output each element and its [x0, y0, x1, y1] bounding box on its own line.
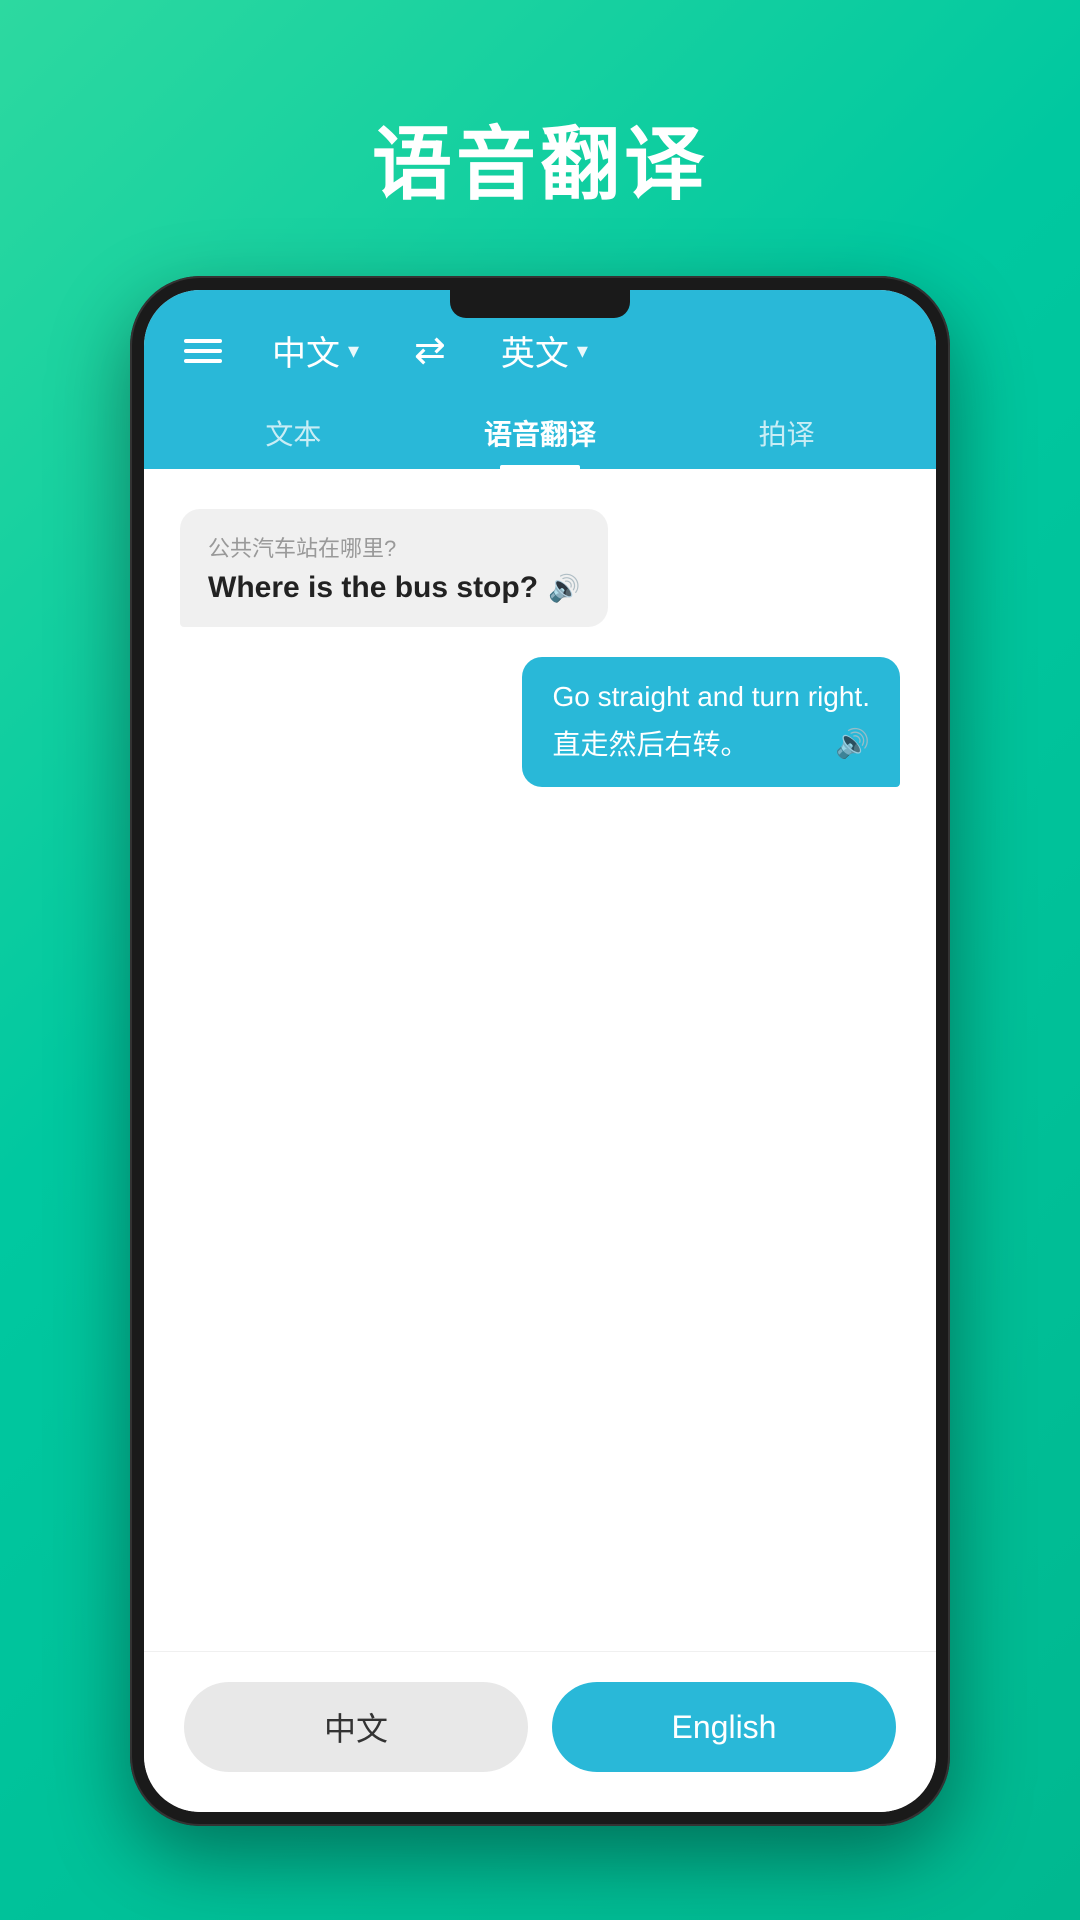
- chinese-button[interactable]: 中文: [184, 1682, 528, 1772]
- incoming-sound-icon[interactable]: 🔊: [548, 573, 580, 604]
- english-button[interactable]: English: [552, 1682, 896, 1772]
- target-language-label: 英文: [501, 326, 569, 375]
- bubble-outgoing: Go straight and turn right. 直走然后右转。 🔊: [522, 657, 900, 787]
- phone-notch: [450, 290, 630, 318]
- source-lang-dropdown-icon: ▾: [348, 338, 359, 364]
- outgoing-text-en: Go straight and turn right.: [552, 681, 870, 713]
- outgoing-sound-icon[interactable]: 🔊: [835, 727, 870, 760]
- chat-area: 公共汽车站在哪里? Where is the bus stop? 🔊 Go st…: [144, 469, 936, 1651]
- source-language-label: 中文: [272, 326, 340, 375]
- bottom-bar: 中文 English: [144, 1651, 936, 1812]
- tab-voice-translate[interactable]: 语音翻译: [464, 403, 616, 469]
- incoming-sub-text: 公共汽车站在哪里?: [208, 531, 580, 563]
- target-language-selector[interactable]: 英文 ▾: [501, 326, 588, 375]
- outgoing-text-zh: 直走然后右转。 🔊: [552, 723, 870, 763]
- message-incoming: 公共汽车站在哪里? Where is the bus stop? 🔊: [180, 509, 900, 627]
- page-title: 语音翻译: [372, 100, 708, 216]
- tab-photo-translate[interactable]: 拍译: [739, 403, 835, 469]
- target-lang-dropdown-icon: ▾: [577, 338, 588, 364]
- incoming-main-text: Where is the bus stop? 🔊: [208, 571, 580, 605]
- tab-bar: 文本 语音翻译 拍译: [184, 403, 896, 469]
- message-outgoing: Go straight and turn right. 直走然后右转。 🔊: [180, 657, 900, 787]
- hamburger-menu-button[interactable]: [184, 339, 222, 363]
- phone-frame: 中文 ▾ ⇄ 英文 ▾ 文本 语音翻译 拍译: [130, 276, 950, 1826]
- tab-text[interactable]: 文本: [245, 403, 341, 469]
- source-language-selector[interactable]: 中文 ▾: [272, 326, 359, 375]
- bubble-incoming: 公共汽车站在哪里? Where is the bus stop? 🔊: [180, 509, 608, 627]
- swap-languages-button[interactable]: ⇄: [414, 328, 446, 373]
- phone-screen: 中文 ▾ ⇄ 英文 ▾ 文本 语音翻译 拍译: [144, 290, 936, 1812]
